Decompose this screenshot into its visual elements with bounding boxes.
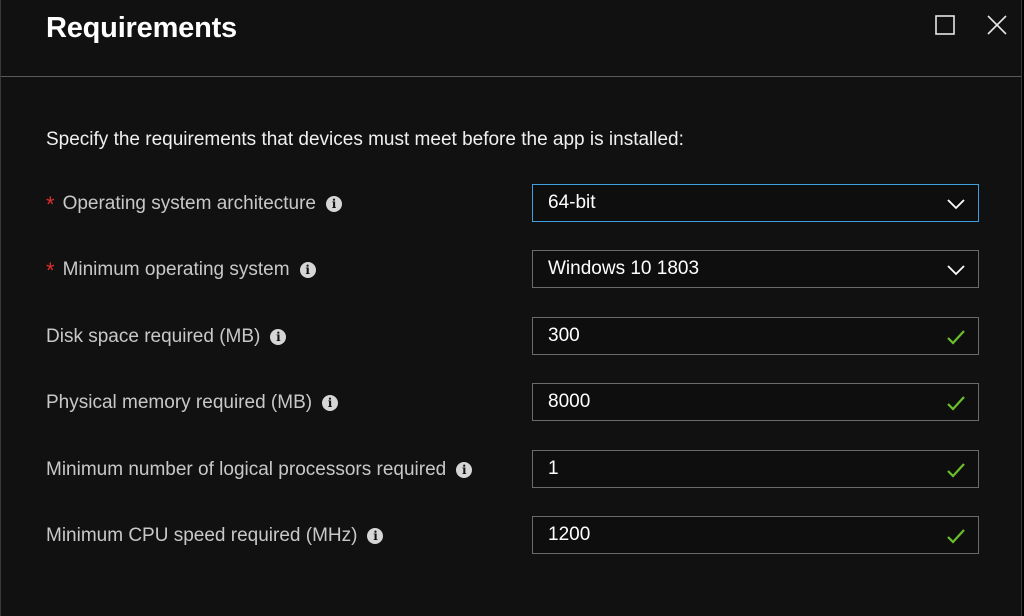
- intro-text: Specify the requirements that devices mu…: [46, 129, 684, 150]
- panel-header: Requirements: [1, 0, 1021, 77]
- required-marker: *: [46, 258, 55, 283]
- input-value: 8000: [548, 391, 591, 412]
- field-label-wrap: Minimum CPU speed required (MHz) i: [46, 516, 384, 556]
- checkmark-icon: [947, 330, 965, 345]
- field-label-wrap: Physical memory required (MB) i: [46, 383, 339, 423]
- field-label-wrap: Disk space required (MB) i: [46, 317, 287, 357]
- cpu-speed-input[interactable]: 1200: [532, 516, 979, 554]
- field-row-min-os: * Minimum operating system i Windows 10 …: [1, 250, 1021, 290]
- panel-title: Requirements: [46, 12, 237, 44]
- checkmark-icon: [947, 396, 965, 411]
- field-label: Disk space required (MB): [46, 326, 261, 347]
- info-icon[interactable]: i: [367, 528, 384, 544]
- field-row-cpu-speed: Minimum CPU speed required (MHz) i 1200: [1, 516, 1021, 556]
- dropdown-value: 64-bit: [548, 192, 596, 213]
- chevron-down-icon: [947, 199, 965, 210]
- field-label-wrap: Minimum number of logical processors req…: [46, 450, 473, 490]
- input-value: 1: [548, 458, 559, 479]
- field-row-physical-memory: Physical memory required (MB) i 8000: [1, 383, 1021, 423]
- field-label: Minimum number of logical processors req…: [46, 459, 447, 480]
- required-marker: *: [46, 192, 55, 217]
- field-label: Minimum CPU speed required (MHz): [46, 525, 358, 546]
- field-label: Minimum operating system: [62, 259, 290, 280]
- field-label: Physical memory required (MB): [46, 392, 313, 413]
- field-label-wrap: * Minimum operating system i: [46, 250, 316, 290]
- field-label-wrap: * Operating system architecture i: [46, 184, 343, 224]
- field-label: Operating system architecture: [62, 193, 317, 214]
- field-row-os-architecture: * Operating system architecture i 64-bit: [1, 184, 1021, 224]
- info-icon[interactable]: i: [456, 462, 473, 478]
- close-button[interactable]: [983, 10, 1011, 40]
- logical-processors-input[interactable]: 1: [532, 450, 979, 488]
- chevron-down-icon: [947, 265, 965, 276]
- physical-memory-input[interactable]: 8000: [532, 383, 979, 421]
- field-row-logical-processors: Minimum number of logical processors req…: [1, 450, 1021, 490]
- dropdown-value: Windows 10 1803: [548, 258, 700, 279]
- info-icon[interactable]: i: [326, 196, 343, 212]
- info-icon[interactable]: i: [299, 262, 316, 278]
- os-architecture-dropdown[interactable]: 64-bit: [532, 184, 979, 222]
- input-value: 300: [548, 325, 580, 346]
- checkmark-icon: [947, 529, 965, 544]
- info-icon[interactable]: i: [322, 395, 339, 411]
- field-row-disk-space: Disk space required (MB) i 300: [1, 317, 1021, 357]
- checkmark-icon: [947, 463, 965, 478]
- min-os-dropdown[interactable]: Windows 10 1803: [532, 250, 979, 288]
- disk-space-input[interactable]: 300: [532, 317, 979, 355]
- requirements-panel: Requirements Specify the requirements th…: [0, 0, 1022, 616]
- info-icon[interactable]: i: [270, 329, 287, 345]
- input-value: 1200: [548, 524, 591, 545]
- maximize-button[interactable]: [931, 10, 959, 40]
- maximize-icon: [935, 15, 955, 35]
- close-icon: [987, 15, 1007, 35]
